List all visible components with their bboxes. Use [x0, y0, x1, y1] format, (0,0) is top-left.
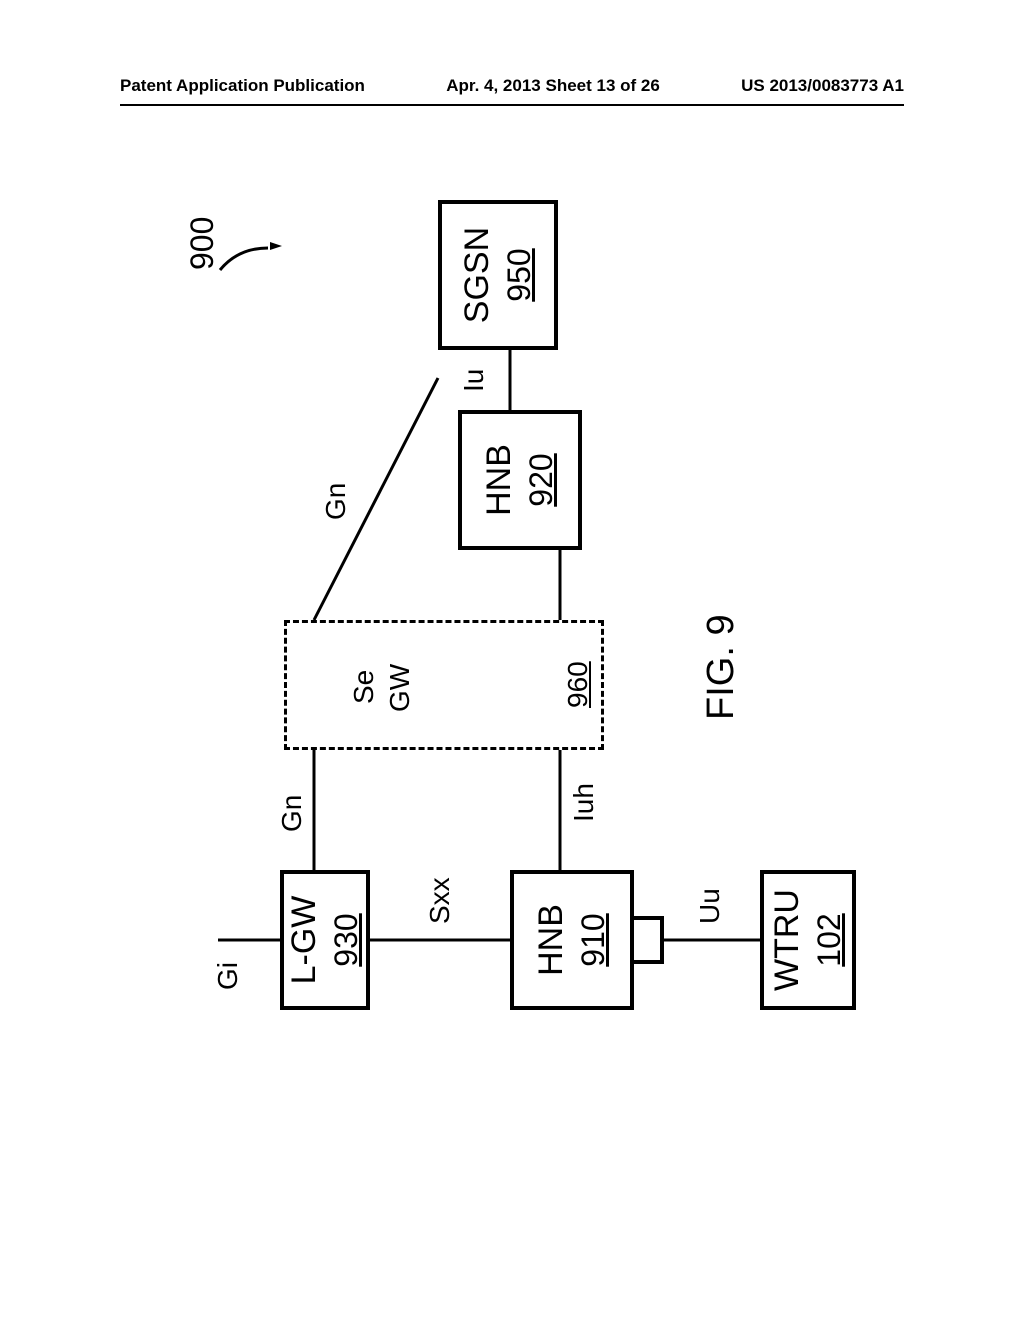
- segw-optional-box: [284, 620, 604, 750]
- sgsn-name: SGSN: [455, 227, 499, 323]
- hnb-910-ref: 910: [573, 913, 615, 966]
- sgsn-ref: 950: [499, 248, 541, 301]
- figure-9-canvas: Se GW 960 L-GW 930 HNB 910 HNB 920 SG: [0, 0, 1024, 1320]
- system-ref-label: 900: [184, 217, 221, 270]
- hnb-920-ref: 920: [521, 453, 563, 506]
- gn-left-label: Gn: [276, 795, 308, 832]
- wtru-node: WTRU 102: [760, 870, 856, 1010]
- gi-label: Gi: [212, 962, 244, 990]
- sgsn-node: SGSN 950: [438, 200, 558, 350]
- sxx-label: Sxx: [424, 877, 456, 924]
- uu-label: Uu: [694, 888, 726, 924]
- gn-right-label: Gn: [320, 483, 352, 520]
- lgw-ref: 930: [326, 913, 368, 966]
- figure-9-container: Se GW 960 L-GW 930 HNB 910 HNB 920 SG: [0, 148, 1024, 1172]
- patent-page: Patent Application Publication Apr. 4, 2…: [0, 0, 1024, 1320]
- wtru-name: WTRU: [765, 889, 809, 991]
- segw-ref: 960: [562, 661, 594, 708]
- iu-label: Iu: [458, 369, 490, 392]
- iuh-label: Iuh: [568, 783, 600, 822]
- segw-label2: GW: [384, 664, 416, 712]
- lgw-node: L-GW 930: [280, 870, 370, 1010]
- hnb-910-name: HNB: [529, 904, 573, 976]
- lgw-name: L-GW: [282, 896, 326, 985]
- hnb-920-node: HNB 920: [458, 410, 582, 550]
- hnb-920-name: HNB: [477, 444, 521, 516]
- hnb-910-node: HNB 910: [510, 870, 634, 1010]
- hnb-910-antenna: [634, 916, 664, 964]
- segw-label1: Se: [348, 670, 380, 704]
- wtru-ref: 102: [809, 913, 851, 966]
- figure-label: FIG. 9: [700, 614, 743, 720]
